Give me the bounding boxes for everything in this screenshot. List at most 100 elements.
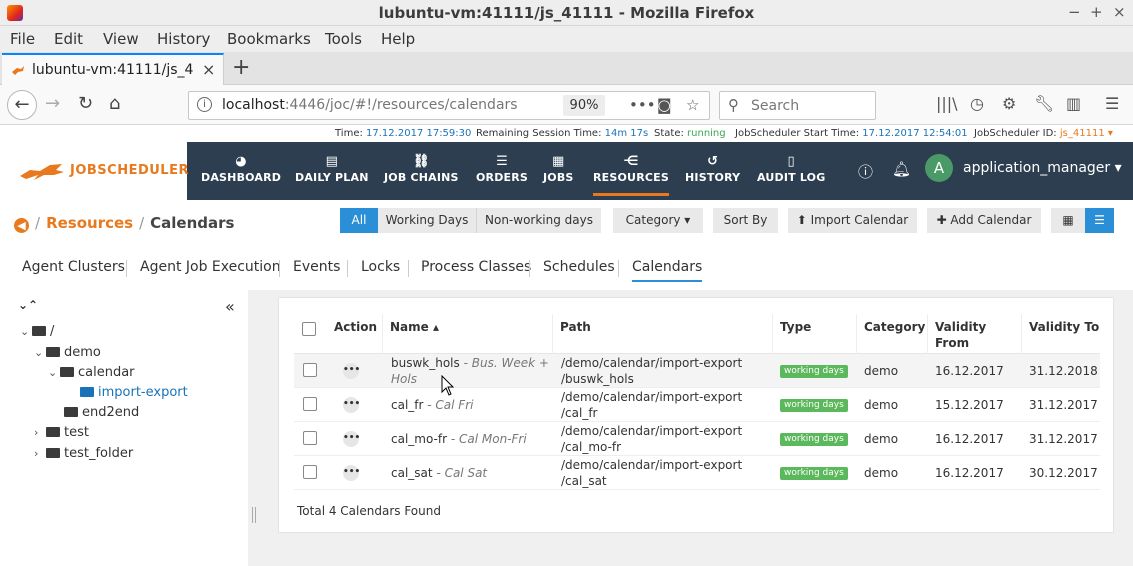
sidebar-icon[interactable]: ▥: [1066, 94, 1081, 113]
jobscheduler-logo[interactable]: JOBSCHEDULER: [0, 142, 188, 200]
minimize-button[interactable]: −: [1068, 3, 1081, 21]
site-info-icon[interactable]: i: [197, 97, 212, 112]
menu-bookmarks[interactable]: Bookmarks: [227, 30, 311, 48]
row-name[interactable]: cal_sat - Cal Sat: [391, 465, 487, 481]
col-validity-to[interactable]: Validity To: [1029, 319, 1099, 335]
select-all-checkbox[interactable]: [302, 322, 316, 336]
tree-node-root[interactable]: ⌄ /: [20, 324, 54, 339]
home-button[interactable]: ⌂: [109, 93, 120, 114]
tree-node-end2end[interactable]: end2end: [64, 405, 139, 420]
search-bar[interactable]: ⚲ Search: [719, 91, 876, 120]
table-row[interactable]: ••• cal_sat - Cal Sat /demo/calendar/imp…: [294, 456, 1100, 490]
history-clock-icon[interactable]: ◷: [970, 94, 984, 113]
filter-non-working-days-button[interactable]: Non-working days: [476, 208, 601, 233]
status-id-value[interactable]: js_41111 ▾: [1060, 128, 1113, 139]
url-bar[interactable]: i localhost:4446/joc/#!/resources/calend…: [188, 91, 710, 120]
hamburger-menu-icon[interactable]: ☰: [1105, 94, 1119, 113]
col-path[interactable]: Path: [560, 319, 591, 335]
row-action-menu-icon[interactable]: •••: [343, 465, 360, 481]
add-calendar-button[interactable]: ✚ Add Calendar: [927, 208, 1041, 233]
grid-view-icon[interactable]: ▦: [1051, 208, 1085, 233]
wrench-icon[interactable]: 🔧︎: [1034, 94, 1054, 113]
table-row[interactable]: ••• cal_fr - Cal Fri /demo/calendar/impo…: [294, 388, 1100, 422]
nav-dashboard[interactable]: ◕ DASHBOARD: [201, 154, 281, 184]
menu-tools[interactable]: Tools: [325, 30, 362, 48]
menu-help[interactable]: Help: [381, 30, 415, 48]
col-validity-from[interactable]: Validity From: [935, 319, 986, 351]
library-icon[interactable]: |||\: [936, 94, 958, 113]
tree-node-import-export[interactable]: import-export: [80, 385, 188, 400]
table-row[interactable]: ••• cal_mo-fr - Cal Mon-Fri /demo/calend…: [294, 422, 1100, 456]
table-row[interactable]: ••• buswk_hols - Bus. Week + Hols /demo/c…: [294, 354, 1100, 388]
zoom-indicator[interactable]: 90%: [563, 95, 605, 116]
back-button[interactable]: ←: [7, 90, 37, 120]
row-name[interactable]: buswk_hols - Bus. Week + Hols: [391, 355, 549, 387]
new-tab-button[interactable]: +: [232, 55, 250, 80]
pocket-icon[interactable]: ◙: [657, 96, 672, 114]
row-checkbox[interactable]: [303, 363, 317, 377]
menu-edit[interactable]: Edit: [54, 30, 83, 48]
col-name[interactable]: Name ▴: [390, 319, 439, 335]
tree-node-calendar[interactable]: ⌄ calendar: [48, 365, 135, 380]
row-checkbox[interactable]: [303, 465, 317, 479]
breadcrumb-resources[interactable]: Resources: [46, 214, 133, 232]
col-category[interactable]: Category: [864, 319, 925, 335]
tab-close-icon[interactable]: ×: [202, 60, 215, 79]
nav-history[interactable]: ↺ HISTORY: [685, 154, 740, 184]
tab-calendars[interactable]: Calendars: [632, 259, 703, 282]
reload-button[interactable]: ↻: [78, 93, 93, 114]
url-text[interactable]: localhost:4446/joc/#!/resources/calendar…: [222, 97, 518, 113]
tree-node-demo[interactable]: ⌄ demo: [34, 345, 101, 360]
tab-locks[interactable]: Locks: [361, 259, 400, 275]
collapse-panel-icon[interactable]: «: [225, 297, 235, 316]
tab-process-classes[interactable]: Process Classes: [421, 259, 531, 275]
avatar[interactable]: A: [925, 154, 953, 182]
help-icon[interactable]: ⓘ: [858, 161, 873, 182]
nav-job-chains[interactable]: ⛓ JOB CHAINS: [384, 154, 459, 184]
panel-splitter[interactable]: [248, 290, 260, 566]
close-window-button[interactable]: ×: [1113, 3, 1126, 21]
row-name[interactable]: cal_fr - Cal Fri: [391, 397, 473, 413]
tree-node-test[interactable]: › test: [34, 425, 89, 440]
settings-gear-icon[interactable]: ⚙: [1002, 94, 1016, 113]
menu-view[interactable]: View: [103, 30, 139, 48]
row-action-menu-icon[interactable]: •••: [343, 431, 360, 447]
row-action-menu-icon[interactable]: •••: [343, 397, 360, 413]
tree-node-test-folder[interactable]: › test_folder: [34, 446, 133, 461]
expand-all-icon[interactable]: ⌄⌃: [18, 298, 38, 312]
row-action-menu-icon[interactable]: •••: [343, 363, 360, 379]
row-name[interactable]: cal_mo-fr - Cal Mon-Fri: [391, 431, 527, 447]
import-calendar-button[interactable]: ⬆ Import Calendar: [788, 208, 917, 233]
row-path: /demo/calendar/import-export/buswk_hols: [561, 355, 742, 387]
filter-all-button[interactable]: All: [340, 208, 378, 233]
tab-agent-clusters[interactable]: Agent Clusters: [22, 259, 125, 275]
nav-jobs[interactable]: ▦ JOBS: [543, 154, 574, 184]
tab-schedules[interactable]: Schedules: [543, 259, 615, 275]
category-dropdown[interactable]: Category ▾: [613, 208, 703, 233]
nav-daily-plan[interactable]: ▤ DAILY PLAN: [295, 154, 369, 184]
row-checkbox[interactable]: [303, 431, 317, 445]
bookmark-star-icon[interactable]: ☆: [686, 96, 699, 114]
folder-icon: [64, 407, 78, 417]
nav-resources[interactable]: ⋲ RESOURCES: [593, 154, 669, 196]
page-actions-icon[interactable]: •••: [629, 96, 656, 114]
browser-tab[interactable]: lubuntu-vm:41111/js_41 ×: [2, 53, 224, 85]
menu-history[interactable]: History: [157, 30, 210, 48]
list-view-icon[interactable]: ☰: [1085, 208, 1114, 233]
tab-agent-job-execution[interactable]: Agent Job Execution: [140, 259, 281, 275]
maximize-button[interactable]: +: [1090, 3, 1103, 21]
splitter-grip[interactable]: [252, 507, 256, 523]
user-menu[interactable]: application_manager ▾: [963, 160, 1122, 176]
row-checkbox[interactable]: [303, 397, 317, 411]
menu-file[interactable]: File: [10, 30, 35, 48]
tab-events[interactable]: Events: [293, 259, 340, 275]
col-type[interactable]: Type: [780, 319, 811, 335]
row-name-text: cal_mo-fr: [391, 432, 448, 446]
nav-audit-log[interactable]: ▯ AUDIT LOG: [757, 154, 825, 184]
filter-working-days-button[interactable]: Working Days: [378, 208, 476, 233]
notification-bell-icon[interactable]: 🔔︎: [892, 160, 911, 178]
sort-by-button[interactable]: Sort By: [713, 208, 778, 233]
forward-button[interactable]: →: [45, 93, 60, 114]
nav-orders[interactable]: ☰ ORDERS: [476, 154, 528, 184]
back-arrow-icon[interactable]: ◀: [14, 218, 29, 233]
